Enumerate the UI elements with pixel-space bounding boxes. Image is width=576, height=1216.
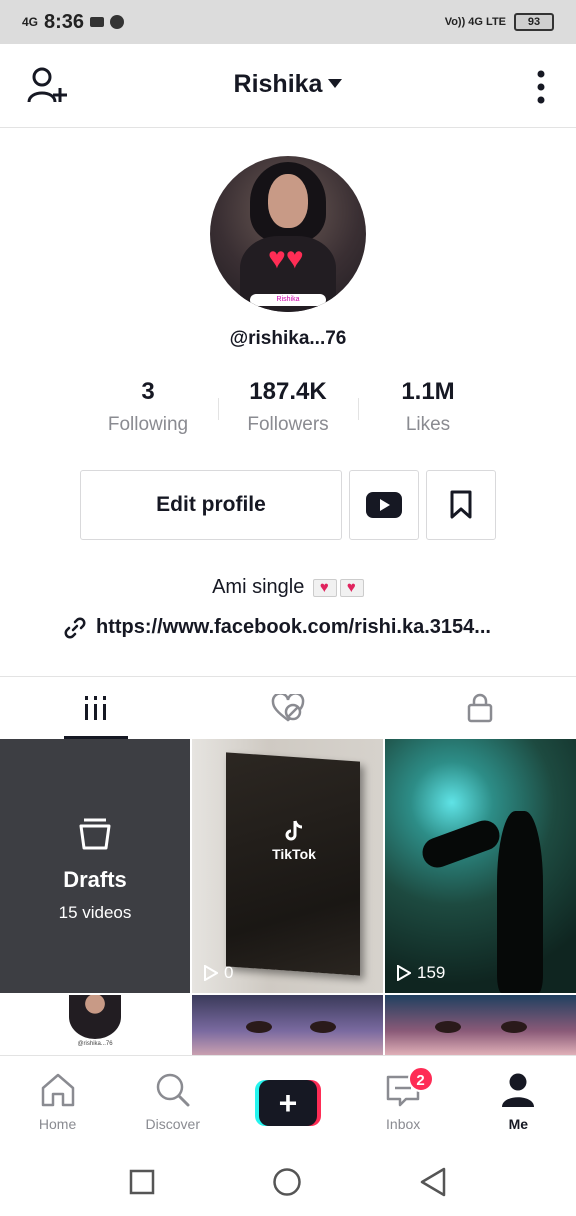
link-icon: [64, 617, 86, 638]
profile-stats: 3 Following 187.4K Followers 1.1M Likes: [78, 376, 498, 436]
bio-text: Ami single: [212, 576, 305, 598]
avatar-caption: Rishika: [250, 294, 326, 306]
nav-label: Inbox: [386, 1116, 421, 1132]
notification-badge: 2: [407, 1066, 434, 1092]
heart-sticker-icon: ♥♥: [268, 242, 304, 275]
nav-create[interactable]: +: [230, 1056, 345, 1148]
lock-icon: [467, 693, 493, 723]
network-type: Vo)) 4G LTE: [444, 16, 506, 28]
video-thumbnail[interactable]: 159: [385, 739, 576, 993]
drafts-icon: [79, 818, 111, 850]
view-count: 0: [204, 963, 233, 983]
love-letter-emoji-icon: [312, 578, 337, 597]
search-icon: [156, 1073, 190, 1107]
stat-following[interactable]: 3 Following: [78, 376, 218, 436]
avatar: [69, 995, 121, 1039]
youtube-button[interactable]: [349, 470, 419, 540]
nav-label: Home: [38, 1116, 77, 1132]
video-thumbnail[interactable]: TikTok 0: [192, 739, 383, 993]
create-video-button[interactable]: +: [254, 1080, 321, 1126]
profile-tabs: [0, 676, 576, 739]
profile-header: Rishika: [0, 44, 576, 128]
play-icon: [397, 965, 411, 981]
stat-value: 3: [141, 378, 155, 405]
drafts-tile[interactable]: Drafts 15 videos: [0, 739, 190, 993]
stat-likes[interactable]: 1.1M Likes: [358, 376, 498, 436]
home-icon: [41, 1073, 74, 1107]
thumbnail-handle: @rishika...76: [77, 1041, 113, 1047]
nav-inbox[interactable]: 2 Inbox: [346, 1056, 461, 1148]
tab-liked[interactable]: [192, 677, 384, 739]
stat-value: 187.4K: [249, 378, 327, 405]
view-count-value: 0: [224, 963, 234, 982]
battery-level: 93: [527, 16, 541, 28]
nav-discover[interactable]: Discover: [115, 1056, 230, 1148]
video-thumbnail[interactable]: [385, 995, 576, 1055]
stat-label: Following: [107, 414, 189, 435]
video-thumbnail[interactable]: [192, 995, 383, 1055]
system-navigation-bar: [0, 1147, 576, 1216]
home-circle-icon[interactable]: [272, 1167, 302, 1197]
stat-value: 1.1M: [401, 378, 455, 405]
hidden-heart-icon: [271, 694, 305, 722]
stat-followers[interactable]: 187.4K Followers: [218, 376, 358, 436]
chevron-down-icon: [328, 78, 343, 88]
view-count-value: 159: [417, 963, 446, 982]
tiktok-watermark: TikTok: [268, 819, 320, 862]
nav-label: Me: [508, 1116, 529, 1132]
profile-link-text: https://www.facebook.com/rishi.ka.3154..…: [96, 616, 491, 638]
messenger-icon: [110, 15, 125, 29]
avatar[interactable]: ♥♥ Rishika: [210, 156, 366, 312]
profile-icon: [502, 1073, 535, 1107]
tiktok-logo-icon: [285, 820, 303, 841]
view-count: 159: [397, 963, 445, 983]
plus-icon: +: [258, 1080, 317, 1126]
more-options-icon[interactable]: [536, 70, 546, 104]
youtube-icon: [366, 492, 402, 518]
video-call-icon: [90, 17, 105, 27]
video-grid: Drafts 15 videos TikTok 0 159 @rishika..…: [0, 739, 576, 1055]
bookmark-icon: [450, 490, 472, 519]
battery-icon: 93: [514, 13, 554, 31]
video-thumbnail[interactable]: @rishika...76: [0, 995, 190, 1055]
love-letter-emoji-icon: [339, 578, 364, 597]
nav-home[interactable]: Home: [0, 1056, 115, 1148]
status-bar: 4G 8:36 Vo)) 4G LTE 93: [0, 0, 576, 44]
tab-videos[interactable]: [0, 677, 192, 739]
favorites-button[interactable]: [426, 470, 496, 540]
tab-private[interactable]: [384, 677, 576, 739]
nav-me[interactable]: Me: [461, 1056, 576, 1148]
status-time: 8:36: [44, 10, 85, 33]
stat-label: Followers: [247, 414, 329, 435]
profile-handle: @rishika...76: [229, 328, 347, 349]
drafts-title: Drafts: [63, 867, 127, 892]
play-icon: [204, 965, 218, 981]
profile-bio: Ami single: [0, 576, 576, 599]
tiktok-watermark-text: TikTok: [272, 846, 316, 862]
network-indicator: 4G: [22, 14, 39, 29]
back-icon[interactable]: [419, 1167, 447, 1197]
grid-icon: [85, 696, 106, 720]
edit-profile-button[interactable]: Edit profile: [80, 470, 342, 540]
bottom-navigation: Home Discover + 2 Inbox Me: [0, 1055, 576, 1147]
account-switcher[interactable]: Rishika: [0, 70, 576, 99]
nav-label: Discover: [145, 1116, 201, 1132]
drafts-count: 15 videos: [58, 903, 132, 922]
recents-icon[interactable]: [129, 1169, 155, 1195]
profile-link[interactable]: https://www.facebook.com/rishi.ka.3154..…: [64, 616, 491, 639]
stat-label: Likes: [405, 414, 451, 435]
profile-username: Rishika: [233, 70, 323, 98]
